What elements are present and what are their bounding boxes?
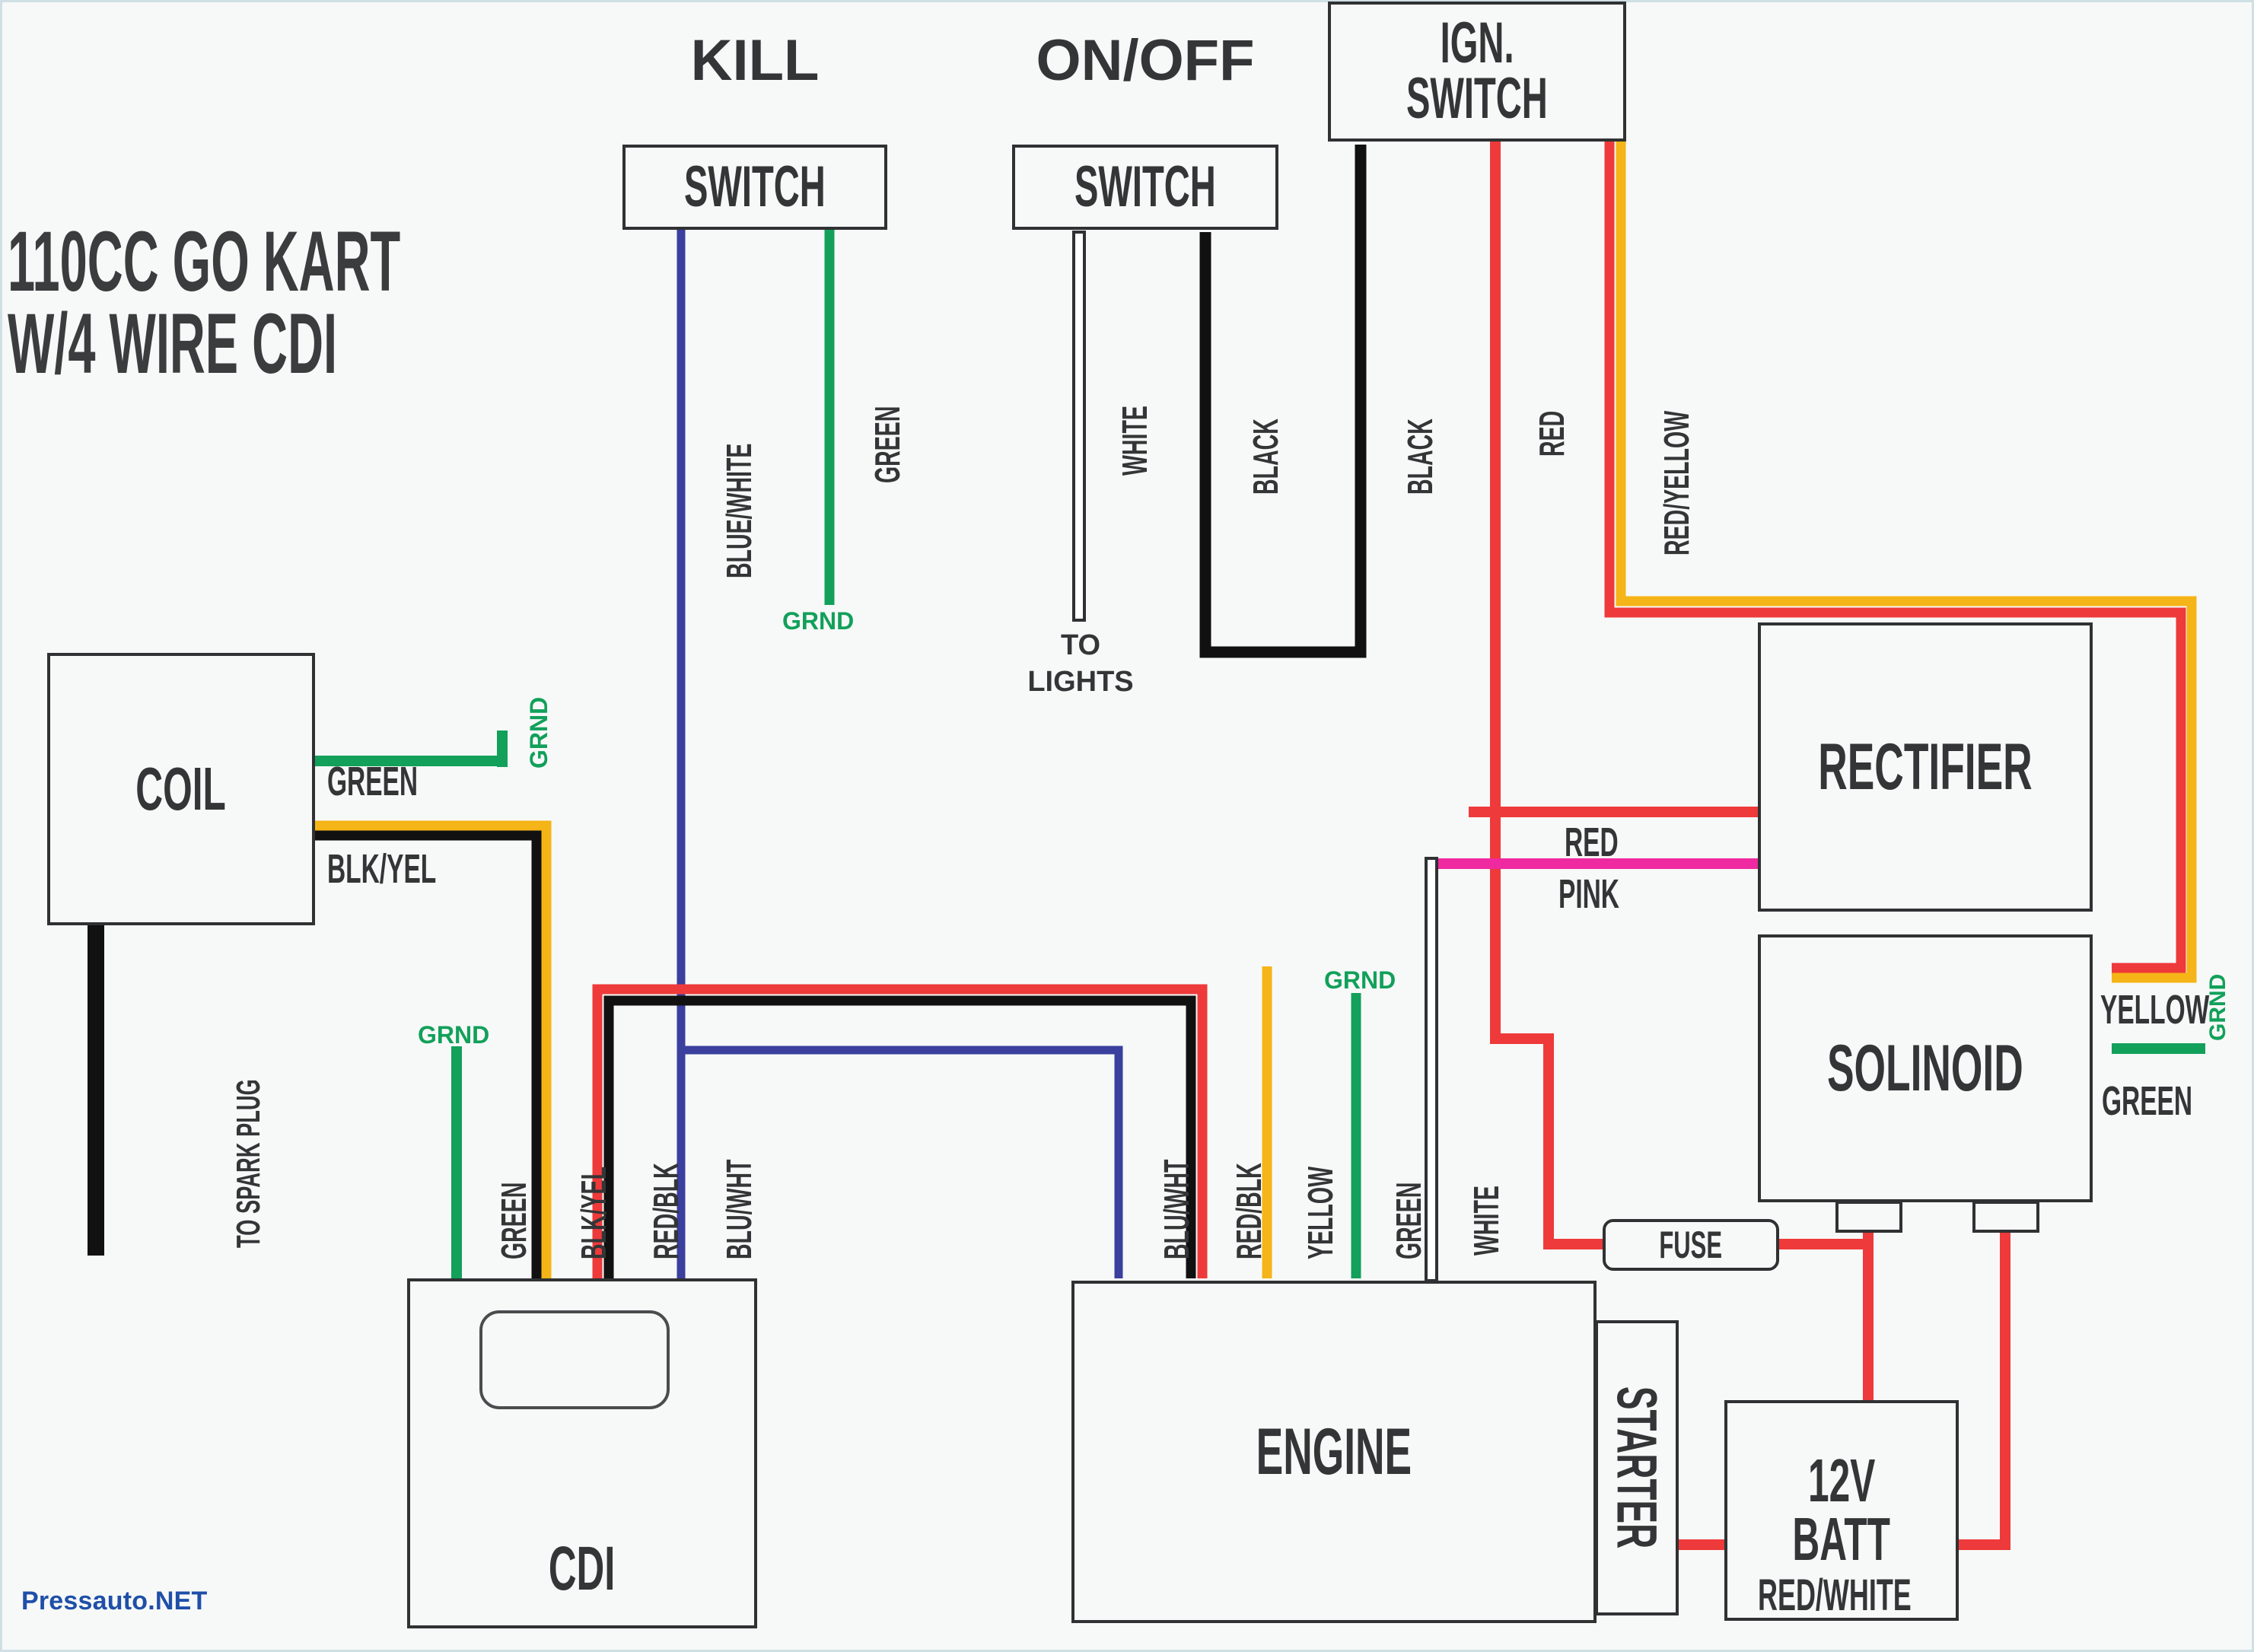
battery-label-1: 12V bbox=[1807, 1447, 1876, 1515]
label-cdi-grnd: GRND bbox=[418, 1021, 490, 1049]
solenoid-terminal-left bbox=[1835, 1201, 1902, 1233]
label-onoff-white: WHITE bbox=[1115, 406, 1154, 476]
label-kill-green-grnd: GRND bbox=[782, 607, 855, 635]
coil-label: COIL bbox=[135, 754, 227, 823]
watermark: Pressauto.NET bbox=[21, 1587, 208, 1615]
ign-switch-label-2: SWITCH bbox=[1406, 66, 1548, 131]
coil-box[interactable]: COIL bbox=[47, 653, 315, 925]
cdi-connector-window bbox=[479, 1310, 670, 1409]
title-line-2: W/4 WIRE CDI bbox=[8, 295, 338, 391]
wire-ign-red-trunk bbox=[1490, 141, 1636, 1249]
ign-switch-box[interactable]: IGN. SWITCH bbox=[1328, 2, 1626, 142]
label-cdi-red-blk: RED/BLK bbox=[646, 1163, 686, 1259]
wiring-diagram-canvas: SWITCH KILL SWITCH ON/OFF IGN. SWITCH CO… bbox=[0, 0, 2254, 1652]
label-rectifier-red: RED bbox=[1565, 820, 1619, 865]
engine-box[interactable]: ENGINE bbox=[1071, 1281, 1597, 1623]
rectifier-label: RECTIFIER bbox=[1818, 730, 2033, 804]
solinoid-box[interactable]: SOLINOID bbox=[1758, 934, 2093, 1202]
kill-switch-box[interactable]: SWITCH bbox=[622, 145, 887, 230]
rectifier-box[interactable]: RECTIFIER bbox=[1758, 622, 2093, 912]
label-kill-blue-white: BLUE/WHITE bbox=[719, 443, 759, 578]
solenoid-terminal-right bbox=[1972, 1201, 2039, 1233]
solinoid-label: SOLINOID bbox=[1827, 1031, 2023, 1105]
label-kill-green: GREEN bbox=[868, 406, 907, 483]
title-line-1: 110CC GO KART bbox=[8, 214, 401, 309]
label-coil-spark-plug: TO SPARK PLUG bbox=[230, 1079, 267, 1248]
wire-red-blk-red bbox=[592, 984, 1208, 1278]
label-engine-green-grnd: GRND bbox=[1324, 966, 1396, 994]
label-engine-blu-wht: BLU/WHT bbox=[1157, 1159, 1196, 1259]
wire-red-blk-black bbox=[603, 995, 1196, 1278]
ign-switch-label-1: IGN. bbox=[1440, 11, 1514, 76]
label-to-lights: TO LIGHTS bbox=[1027, 629, 1134, 698]
fuse-box[interactable]: FUSE bbox=[1603, 1219, 1779, 1271]
label-solenoid-yellow: YELLOW bbox=[2100, 987, 2210, 1033]
wire-onoff-white bbox=[1072, 231, 1086, 622]
label-engine-red-blk: RED/BLK bbox=[1229, 1163, 1269, 1259]
fuse-label: FUSE bbox=[1659, 1224, 1723, 1266]
starter-box[interactable]: STARTER bbox=[1595, 1320, 1679, 1615]
cdi-label: CDI bbox=[549, 1534, 616, 1604]
label-onoff-black: BLACK bbox=[1246, 419, 1285, 495]
label-engine-green: GREEN bbox=[1389, 1182, 1428, 1259]
label-cdi-green: GREEN bbox=[494, 1182, 533, 1259]
onoff-switch-box[interactable]: SWITCH bbox=[1012, 145, 1278, 230]
label-ign-red-yellow: RED/YELLOW bbox=[1657, 410, 1696, 555]
label-coil-green: GREEN bbox=[327, 759, 419, 804]
label-coil-green-grnd: GRND bbox=[525, 696, 552, 769]
label-engine-white: WHITE bbox=[1466, 1186, 1506, 1256]
kill-switch-box-label: SWITCH bbox=[684, 154, 826, 219]
onoff-switch-title: ON/OFF bbox=[1036, 28, 1255, 93]
label-rectifier-pink: PINK bbox=[1558, 871, 1619, 917]
label-solenoid-grnd: GRND bbox=[2205, 973, 2230, 1041]
onoff-switch-box-label: SWITCH bbox=[1074, 154, 1216, 219]
label-solenoid-green: GREEN bbox=[2102, 1078, 2193, 1124]
kill-switch-title: KILL bbox=[690, 28, 820, 93]
label-engine-yellow: YELLOW bbox=[1301, 1167, 1340, 1259]
label-cdi-blk-yel: BLK/YEL bbox=[574, 1166, 613, 1259]
label-ign-black: BLACK bbox=[1400, 419, 1440, 495]
label-ign-red: RED bbox=[1532, 410, 1571, 457]
engine-label: ENGINE bbox=[1256, 1415, 1412, 1488]
label-coil-blk-yel: BLK/YEL bbox=[327, 846, 437, 892]
diagram-title: 110CC GO KART W/4 WIRE CDI bbox=[8, 214, 685, 391]
label-batt-red-white: RED/WHITE bbox=[1758, 1571, 1912, 1620]
label-cdi-blu-wht: BLU/WHT bbox=[719, 1159, 759, 1259]
battery-label-2: BATT bbox=[1792, 1505, 1891, 1573]
starter-label: STARTER bbox=[1605, 1386, 1669, 1549]
